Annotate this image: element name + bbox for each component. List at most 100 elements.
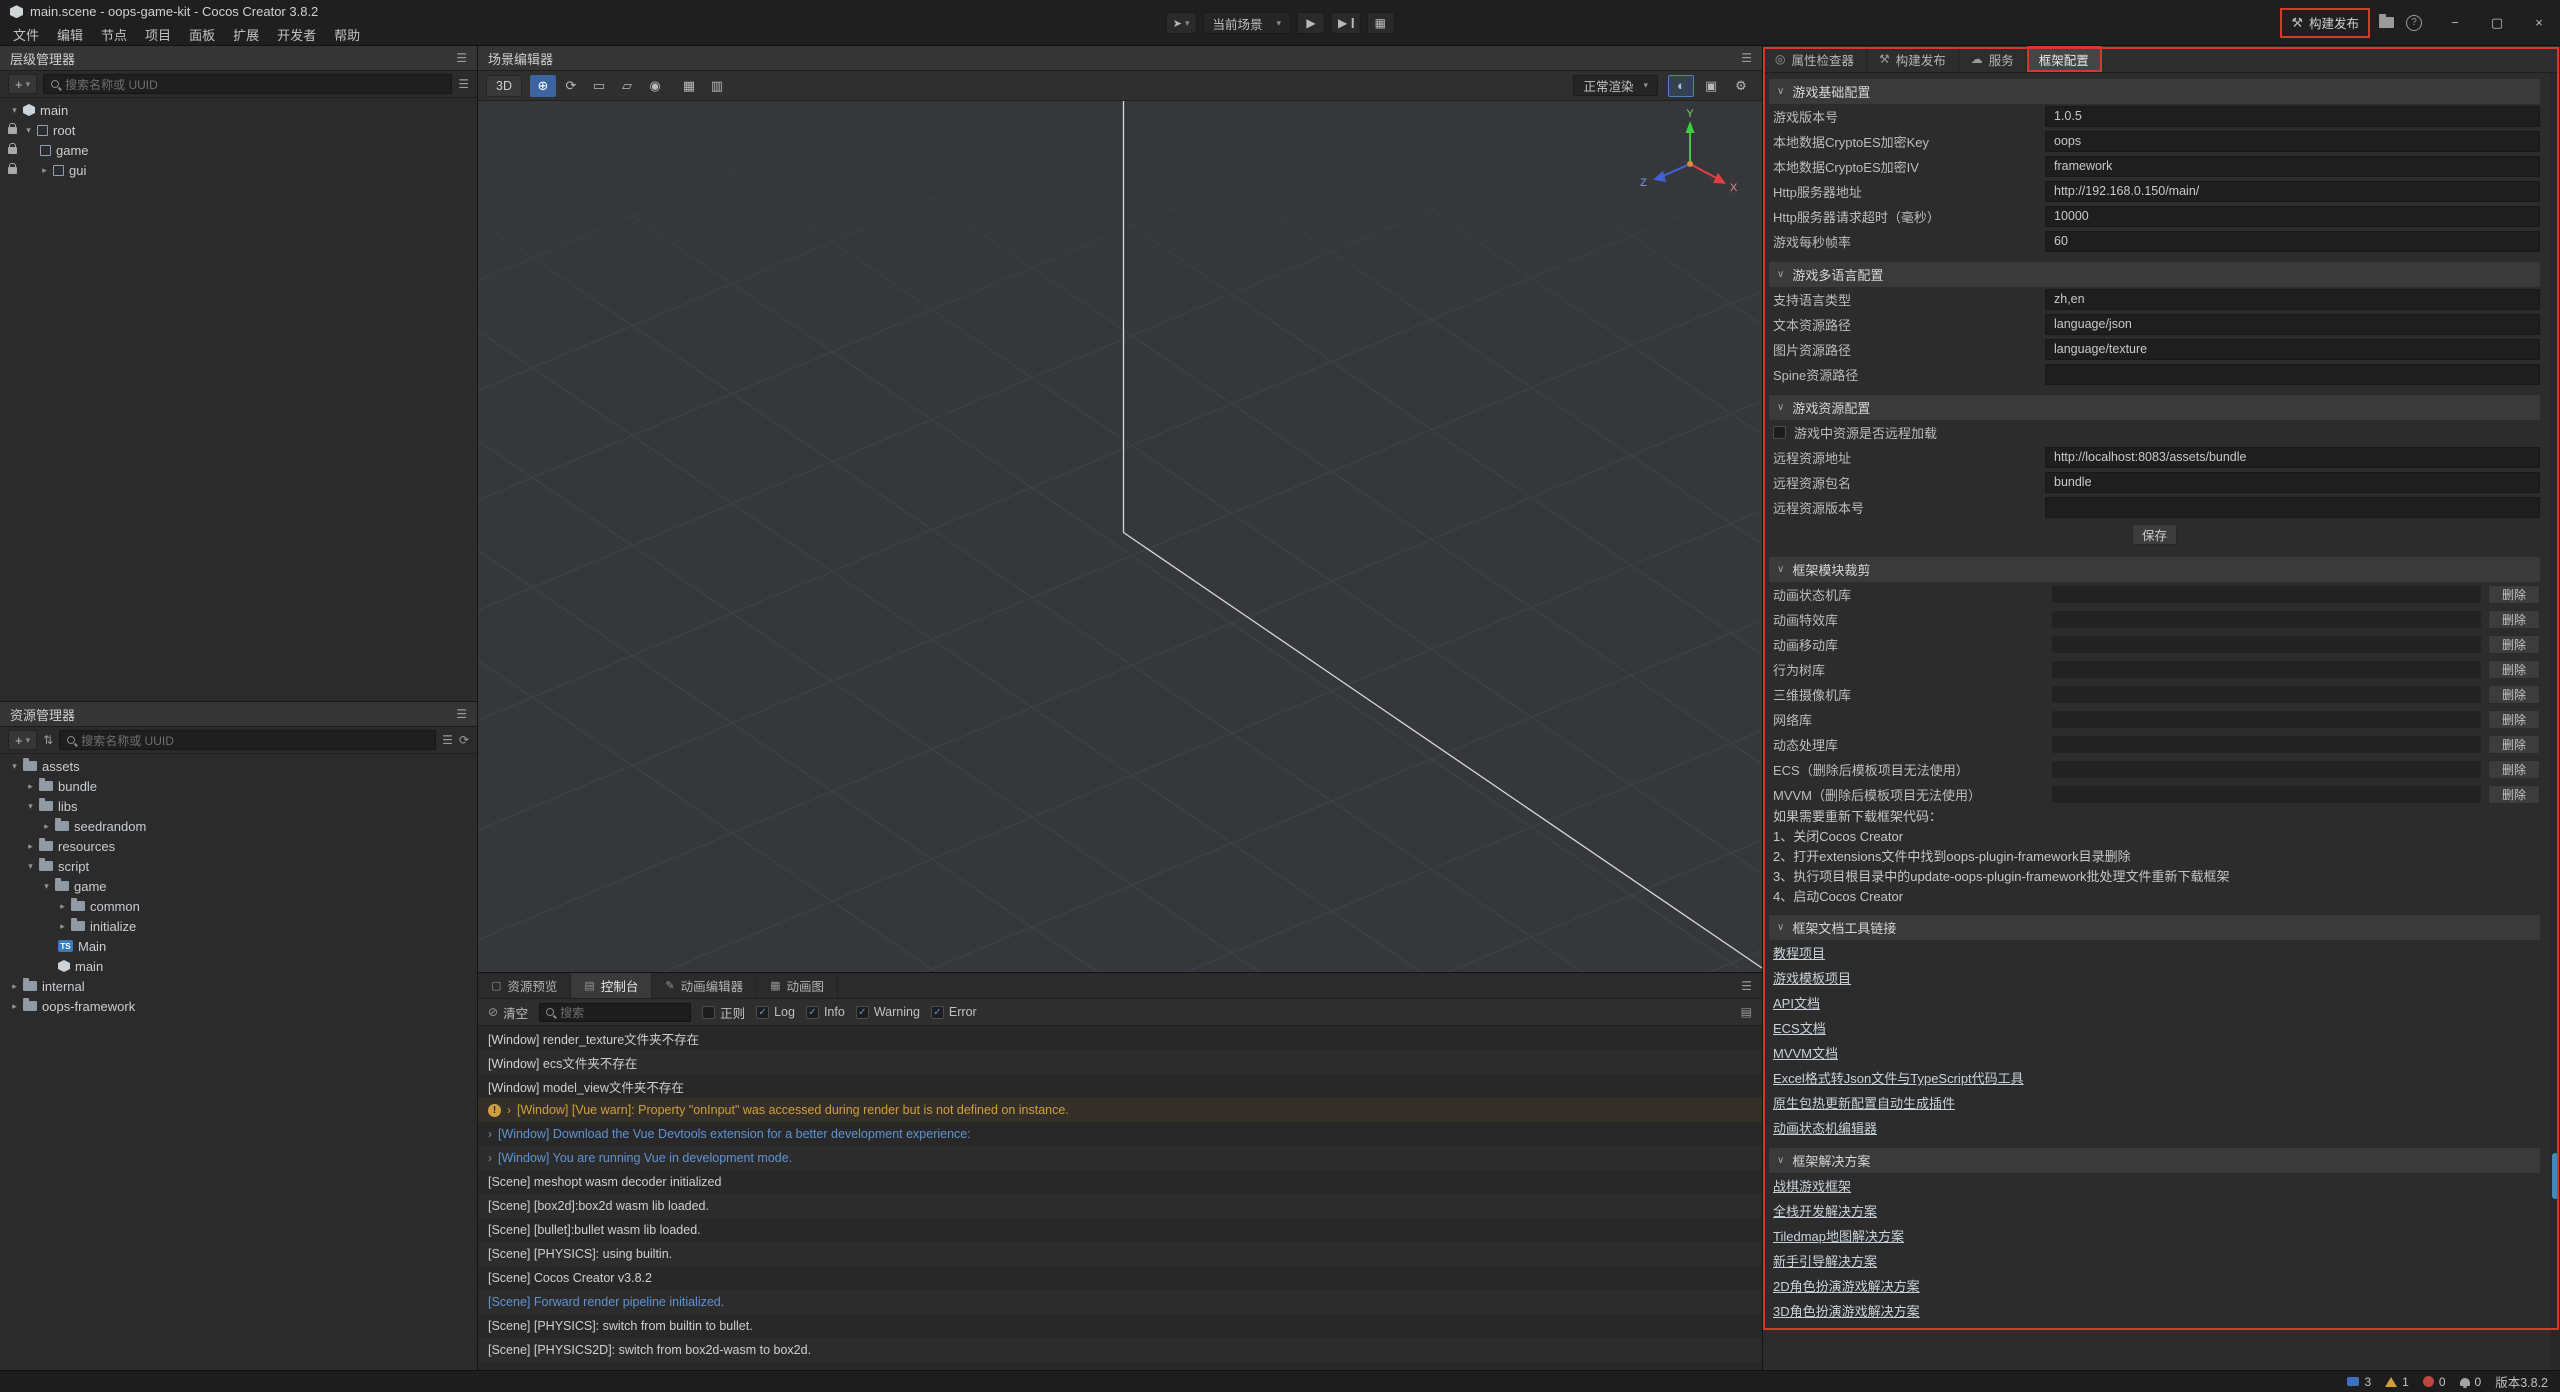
- menu-item[interactable]: 项目: [136, 25, 180, 44]
- project-folder-icon[interactable]: [2379, 17, 2394, 28]
- snap-tool-button[interactable]: ▥: [704, 75, 730, 97]
- asset-node[interactable]: ▾ ▸ assets: [0, 756, 477, 776]
- scene-viewport[interactable]: Y X Z: [478, 101, 1762, 972]
- hierarchy-node[interactable]: ▾ ▸ main: [0, 100, 477, 120]
- collapse-arrow-icon[interactable]: ▸: [8, 981, 21, 992]
- delete-module-button[interactable]: 删除: [2488, 760, 2540, 779]
- delete-module-button[interactable]: 删除: [2488, 635, 2540, 654]
- message-count[interactable]: 3: [2347, 1375, 2371, 1389]
- collapse-arrow-icon[interactable]: ▸: [56, 901, 69, 912]
- log-row[interactable]: ! › [Scene] [PHYSICS]: switch from built…: [478, 1314, 1762, 1338]
- solution-link[interactable]: Tiledmap地图解决方案: [1773, 1226, 1904, 1245]
- text-input[interactable]: 10000: [2045, 206, 2540, 227]
- snap-tool-button[interactable]: ▦: [676, 75, 702, 97]
- maximize-button[interactable]: ▢: [2476, 0, 2518, 46]
- collapse-arrow-icon[interactable]: ▸: [40, 821, 53, 832]
- expand-arrow-icon[interactable]: ▾: [24, 801, 37, 812]
- log-file-icon[interactable]: ▤: [1741, 1005, 1752, 1019]
- menu-item[interactable]: 帮助: [325, 25, 369, 44]
- text-input[interactable]: 1.0.5: [2045, 106, 2540, 127]
- doc-link[interactable]: 动画状态机编辑器: [1773, 1118, 1877, 1137]
- panel-menu-icon[interactable]: ☰: [1741, 979, 1762, 993]
- delete-module-button[interactable]: 删除: [2488, 660, 2540, 679]
- play-button[interactable]: ▶: [1297, 12, 1325, 34]
- doc-link[interactable]: 教程项目: [1773, 943, 1825, 962]
- expand-arrow-icon[interactable]: ▾: [22, 125, 35, 136]
- delete-module-button[interactable]: 删除: [2488, 610, 2540, 629]
- step-button[interactable]: ▶: [1331, 12, 1360, 34]
- inspector-tab[interactable]: 框架配置: [2027, 46, 2102, 72]
- filter-icon[interactable]: ☰: [458, 77, 469, 91]
- mode-3d-button[interactable]: 3D: [486, 75, 522, 97]
- asset-node[interactable]: ▾ ▸ script: [0, 856, 477, 876]
- text-input[interactable]: 60: [2045, 231, 2540, 252]
- error-count[interactable]: 0: [2423, 1375, 2446, 1389]
- expand-chevron-icon[interactable]: ›: [488, 1151, 492, 1165]
- console-tab[interactable]: ▢ 资源预览: [478, 973, 571, 998]
- section-header-language[interactable]: ∨ 游戏多语言配置: [1769, 262, 2540, 287]
- menu-item[interactable]: 编辑: [48, 25, 92, 44]
- delete-module-button[interactable]: 删除: [2488, 710, 2540, 729]
- lock-icon[interactable]: [8, 167, 17, 174]
- inspector-tab[interactable]: ☁ 服务: [1959, 46, 2027, 72]
- scrollbar-thumb[interactable]: [2552, 1153, 2558, 1199]
- text-input[interactable]: http://192.168.0.150/main/: [2045, 181, 2540, 202]
- solution-link[interactable]: 2D角色扮演游戏解决方案: [1773, 1276, 1920, 1295]
- section-header-modules[interactable]: ∨ 框架模块裁剪: [1769, 557, 2540, 582]
- save-button[interactable]: 保存: [2132, 524, 2177, 545]
- expand-chevron-icon[interactable]: ›: [507, 1103, 511, 1117]
- hierarchy-node[interactable]: ▾ ▸ root: [0, 120, 477, 140]
- log-filter-checkbox[interactable]: ✓ 正则: [702, 1003, 745, 1022]
- log-row[interactable]: ! › [Scene] [bullet]:bullet wasm lib loa…: [478, 1218, 1762, 1242]
- log-filter-checkbox[interactable]: ✓ Log: [756, 1005, 795, 1019]
- help-icon[interactable]: ?: [2406, 15, 2422, 31]
- render-mode-select[interactable]: 正常渲染 ▾: [1573, 75, 1658, 96]
- log-row[interactable]: ! › [Window] Download the Vue Devtools e…: [478, 1122, 1762, 1146]
- log-row[interactable]: ! › [Scene] Forward render pipeline init…: [478, 1290, 1762, 1314]
- log-filter-checkbox[interactable]: ✓ Info: [806, 1005, 845, 1019]
- collapse-arrow-icon[interactable]: ▸: [38, 165, 51, 176]
- console-tab[interactable]: ▦ 动画图: [757, 973, 838, 998]
- text-input[interactable]: zh,en: [2045, 289, 2540, 310]
- delete-module-button[interactable]: 删除: [2488, 785, 2540, 804]
- solution-link[interactable]: 新手引导解决方案: [1773, 1251, 1877, 1270]
- section-header-resource[interactable]: ∨ 游戏资源配置: [1769, 395, 2540, 420]
- delete-module-button[interactable]: 删除: [2488, 685, 2540, 704]
- asset-node[interactable]: ▾ ▸ initialize: [0, 916, 477, 936]
- menu-item[interactable]: 开发者: [268, 25, 325, 44]
- text-input[interactable]: oops: [2045, 131, 2540, 152]
- expand-arrow-icon[interactable]: ▾: [8, 761, 21, 772]
- hierarchy-node[interactable]: ▾ ▸ gui: [0, 160, 477, 180]
- text-input[interactable]: bundle: [2045, 472, 2540, 493]
- light-toggle-button[interactable]: ◐: [1668, 75, 1694, 97]
- asset-node[interactable]: ▾ ▸ common: [0, 896, 477, 916]
- transform-tool-button[interactable]: ◉: [642, 75, 668, 97]
- collapse-arrow-icon[interactable]: ▸: [24, 781, 37, 792]
- delete-module-button[interactable]: 删除: [2488, 735, 2540, 754]
- text-input[interactable]: language/texture: [2045, 339, 2540, 360]
- panel-menu-icon[interactable]: ☰: [456, 51, 467, 65]
- log-row[interactable]: ! › [Scene] meshopt wasm decoder initial…: [478, 1170, 1762, 1194]
- transform-tool-button[interactable]: ▱: [614, 75, 640, 97]
- collapse-arrow-icon[interactable]: ▸: [24, 841, 37, 852]
- console-tab[interactable]: ▤ 控制台: [571, 973, 652, 998]
- log-row[interactable]: ! › [Window] You are running Vue in deve…: [478, 1146, 1762, 1170]
- log-row[interactable]: ! › [Scene] [PHYSICS]: using builtin.: [478, 1242, 1762, 1266]
- section-header-solutions[interactable]: ∨ 框架解决方案: [1769, 1148, 2540, 1173]
- hierarchy-search-input[interactable]: 搜索名称或 UUID: [43, 74, 452, 94]
- lock-icon[interactable]: [8, 147, 17, 154]
- expand-arrow-icon[interactable]: ▾: [24, 861, 37, 872]
- text-input[interactable]: http://localhost:8083/assets/bundle: [2045, 447, 2540, 468]
- asset-node[interactable]: ▾ ▸ bundle: [0, 776, 477, 796]
- transform-tool-button[interactable]: ⊕: [530, 75, 556, 97]
- create-asset-button[interactable]: + ▾: [8, 730, 37, 750]
- doc-link[interactable]: ECS文档: [1773, 1018, 1826, 1037]
- refresh-icon[interactable]: ⟳: [459, 733, 469, 747]
- inspector-tab[interactable]: ◎ 属性检查器: [1763, 46, 1867, 72]
- close-button[interactable]: ×: [2518, 0, 2560, 46]
- asset-node[interactable]: ▾ ▸ libs: [0, 796, 477, 816]
- scrollbar[interactable]: [2550, 73, 2560, 1370]
- collapse-arrow-icon[interactable]: ▸: [8, 1001, 21, 1012]
- asset-node[interactable]: ▾ ▸ oops-framework: [0, 996, 477, 1016]
- expand-arrow-icon[interactable]: ▾: [8, 105, 21, 116]
